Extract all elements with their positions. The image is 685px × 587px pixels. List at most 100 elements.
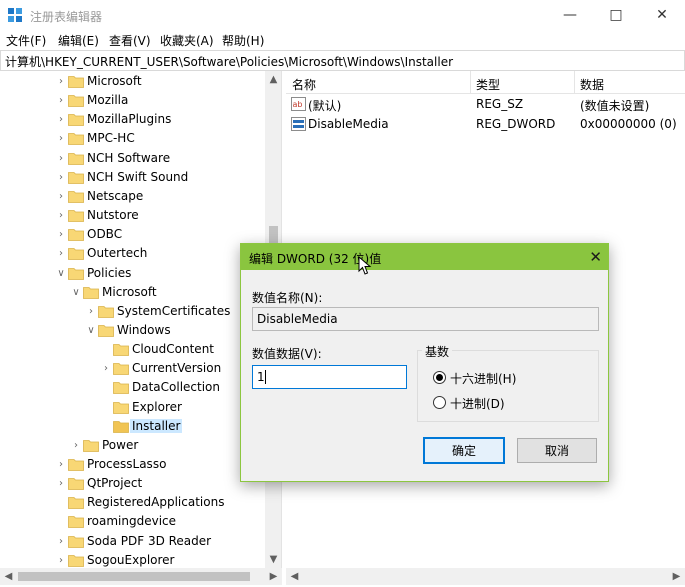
scroll-right-arrow-icon[interactable]: ▶: [265, 568, 282, 585]
minimize-button[interactable]: —: [547, 0, 593, 30]
minimize-icon: —: [563, 7, 577, 23]
column-data-header[interactable]: 数据: [580, 76, 604, 93]
tree-item[interactable]: › ODBC: [0, 225, 265, 244]
chevron-right-icon[interactable]: ›: [55, 72, 67, 91]
value-data-input[interactable]: 1: [252, 365, 407, 389]
folder-icon: [113, 421, 129, 433]
folder-icon: [68, 555, 84, 567]
address-path: 计算机\HKEY_CURRENT_USER\Software\Policies\…: [5, 55, 454, 69]
scroll-right-arrow-icon[interactable]: ▶: [668, 568, 685, 585]
scroll-left-arrow-icon[interactable]: ◀: [0, 568, 17, 585]
chevron-right-icon[interactable]: ›: [55, 187, 67, 206]
folder-icon: [113, 402, 129, 414]
tree-item[interactable]: DataCollection: [0, 378, 265, 397]
tree-item[interactable]: CloudContent: [0, 340, 265, 359]
scroll-left-arrow-icon[interactable]: ◀: [286, 568, 303, 585]
chevron-down-icon[interactable]: ∨: [70, 283, 82, 302]
value-type: REG_DWORD: [476, 117, 556, 131]
menu-help[interactable]: 帮助(H): [222, 32, 264, 49]
tree-item[interactable]: › Soda PDF 3D Reader: [0, 532, 265, 551]
dec-radio-label[interactable]: 十进制(D): [450, 395, 505, 412]
tree-item-label: MozillaPlugins: [87, 112, 172, 126]
scroll-down-arrow-icon[interactable]: ▼: [265, 551, 282, 568]
menu-edit[interactable]: 编辑(E): [58, 32, 99, 49]
tree-item[interactable]: ∨ Policies: [0, 264, 265, 283]
folder-icon: [68, 268, 84, 280]
tree-item[interactable]: Installer: [0, 417, 265, 436]
tree-item[interactable]: › NCH Swift Sound: [0, 168, 265, 187]
chevron-right-icon[interactable]: ›: [100, 359, 112, 378]
list-item[interactable]: DisableMedia REG_DWORD 0x00000000 (0): [286, 115, 685, 134]
menu-view[interactable]: 查看(V): [109, 32, 151, 49]
tree-item[interactable]: › NCH Software: [0, 149, 265, 168]
tree-item[interactable]: › Microsoft: [0, 72, 265, 91]
chevron-right-icon[interactable]: ›: [55, 168, 67, 187]
chevron-right-icon[interactable]: ›: [55, 551, 67, 568]
chevron-right-icon[interactable]: ›: [55, 244, 67, 263]
chevron-right-icon[interactable]: ›: [55, 206, 67, 225]
chevron-down-icon[interactable]: ∨: [85, 321, 97, 340]
menu-bar: 文件(F) 编辑(E) 查看(V) 收藏夹(A) 帮助(H): [0, 30, 685, 50]
chevron-right-icon[interactable]: ›: [55, 110, 67, 129]
tree-item[interactable]: › Power: [0, 436, 265, 455]
column-separator[interactable]: [574, 71, 575, 93]
tree-item-label: Soda PDF 3D Reader: [87, 534, 212, 548]
chevron-right-icon[interactable]: ›: [55, 455, 67, 474]
tree-item[interactable]: Explorer: [0, 398, 265, 417]
tree-item[interactable]: › Nutstore: [0, 206, 265, 225]
tree-item[interactable]: › QtProject: [0, 474, 265, 493]
list-item[interactable]: ab (默认) REG_SZ (数值未设置): [286, 95, 685, 114]
tree-item-label: CurrentVersion: [132, 361, 222, 375]
chevron-down-icon[interactable]: ∨: [55, 264, 67, 283]
chevron-right-icon[interactable]: ›: [55, 474, 67, 493]
tree-item[interactable]: › SystemCertificates: [0, 302, 265, 321]
tree-item[interactable]: › SogouExplorer: [0, 551, 265, 568]
key-tree[interactable]: › Microsoft › Mozilla › MozillaPlugins › MPC-HC…: [0, 71, 281, 568]
chevron-right-icon[interactable]: ›: [55, 532, 67, 551]
edit-dword-dialog: 编辑 DWORD (32 位)值 ✕ 数值名称(N): DisableMedia…: [240, 243, 609, 482]
tree-item[interactable]: › Netscape: [0, 187, 265, 206]
scroll-up-arrow-icon[interactable]: ▲: [265, 71, 282, 88]
address-bar[interactable]: 计算机\HKEY_CURRENT_USER\Software\Policies\…: [0, 50, 685, 71]
chevron-right-icon[interactable]: ›: [85, 302, 97, 321]
tree-item[interactable]: › MozillaPlugins: [0, 110, 265, 129]
hex-radio[interactable]: [433, 371, 446, 384]
chevron-right-icon[interactable]: ›: [55, 129, 67, 148]
column-separator[interactable]: [470, 71, 471, 93]
hex-radio-label[interactable]: 十六进制(H): [450, 370, 516, 387]
tree-item[interactable]: › MPC-HC: [0, 129, 265, 148]
ok-button[interactable]: 确定: [423, 437, 505, 464]
tree-item[interactable]: ∨ Windows: [0, 321, 265, 340]
chevron-right-icon[interactable]: ›: [55, 225, 67, 244]
tree-item-label: roamingdevice: [87, 514, 177, 528]
scroll-thumb[interactable]: [18, 572, 250, 581]
tree-item[interactable]: › Outertech: [0, 244, 265, 263]
tree-item-label: Power: [102, 438, 139, 452]
chevron-right-icon[interactable]: ›: [55, 91, 67, 110]
column-name-header[interactable]: 名称: [292, 76, 316, 93]
tree-item-label: ProcessLasso: [87, 457, 167, 471]
tree-item-label: CloudContent: [132, 342, 215, 356]
tree-item[interactable]: › CurrentVersion: [0, 359, 265, 378]
close-button[interactable]: ✕: [639, 0, 685, 30]
value-name-text: DisableMedia: [257, 312, 338, 326]
chevron-right-icon[interactable]: ›: [70, 436, 82, 455]
tree-item[interactable]: ∨ Microsoft: [0, 283, 265, 302]
tree-item[interactable]: roamingdevice: [0, 512, 265, 531]
column-type-header[interactable]: 类型: [476, 76, 500, 93]
tree-item[interactable]: › ProcessLasso: [0, 455, 265, 474]
dialog-titlebar[interactable]: 编辑 DWORD (32 位)值 ✕: [241, 244, 608, 270]
menu-file[interactable]: 文件(F): [6, 32, 46, 49]
list-horizontal-scrollbar[interactable]: ◀ ▶: [286, 568, 685, 585]
menu-favorites[interactable]: 收藏夹(A): [160, 32, 214, 49]
chevron-right-icon[interactable]: ›: [55, 149, 67, 168]
dialog-close-icon[interactable]: ✕: [589, 248, 602, 266]
cancel-button[interactable]: 取消: [517, 438, 597, 463]
tree-item[interactable]: RegisteredApplications: [0, 493, 265, 512]
tree-horizontal-scrollbar[interactable]: ◀ ▶: [0, 568, 282, 585]
tree-item[interactable]: › Mozilla: [0, 91, 265, 110]
maximize-icon: □: [609, 7, 623, 23]
folder-icon: [68, 536, 84, 548]
maximize-button[interactable]: □: [593, 0, 639, 30]
dec-radio[interactable]: [433, 396, 446, 409]
